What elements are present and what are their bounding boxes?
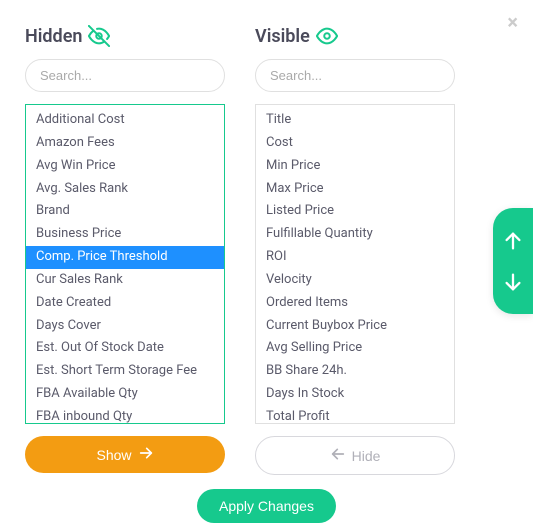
move-down-button[interactable]: [500, 269, 526, 295]
eye-off-icon: [88, 25, 110, 47]
list-item[interactable]: Cur Sales Rank: [26, 269, 224, 292]
list-item[interactable]: Date Created: [26, 292, 224, 315]
list-item[interactable]: Days In Stock: [256, 383, 454, 406]
list-item[interactable]: Fulfillable Quantity: [256, 223, 454, 246]
list-item[interactable]: Est. Out Of Stock Date: [26, 337, 224, 360]
list-item[interactable]: Total Profit: [256, 406, 454, 424]
list-item[interactable]: Current Buybox Price: [256, 315, 454, 338]
list-item[interactable]: Est. Short Term Storage Fee: [26, 360, 224, 383]
reorder-control: [493, 208, 533, 314]
hidden-header: Hidden: [25, 25, 225, 47]
hide-button[interactable]: Hide: [255, 436, 455, 475]
visible-header: Visible: [255, 25, 455, 47]
visible-column: Visible TitleCostMin PriceMax PriceListe…: [255, 25, 455, 475]
hidden-list[interactable]: Additional CostAmazon FeesAvg Win PriceA…: [25, 104, 225, 424]
visible-search-input[interactable]: [255, 59, 455, 92]
list-item[interactable]: Additional Cost: [26, 109, 224, 132]
list-item[interactable]: FBA Available Qty: [26, 383, 224, 406]
list-item[interactable]: Cost: [256, 132, 454, 155]
show-button[interactable]: Show: [25, 436, 225, 473]
eye-icon: [316, 25, 338, 47]
list-item[interactable]: Min Price: [256, 155, 454, 178]
list-item[interactable]: Avg. Sales Rank: [26, 178, 224, 201]
hidden-search-input[interactable]: [25, 59, 225, 92]
visible-list[interactable]: TitleCostMin PriceMax PriceListed PriceF…: [255, 104, 455, 424]
move-up-button[interactable]: [500, 228, 526, 254]
list-item[interactable]: Max Price: [256, 178, 454, 201]
list-item[interactable]: Velocity: [256, 269, 454, 292]
hide-button-label: Hide: [352, 448, 381, 464]
list-item[interactable]: BB Share 24h.: [256, 360, 454, 383]
list-item[interactable]: Ordered Items: [256, 292, 454, 315]
list-item[interactable]: Comp. Price Threshold: [26, 246, 224, 269]
list-item[interactable]: FBA inbound Qty: [26, 406, 224, 424]
list-item[interactable]: Brand: [26, 200, 224, 223]
close-icon[interactable]: ×: [507, 10, 518, 34]
list-item[interactable]: ROI: [256, 246, 454, 269]
list-item[interactable]: Avg Selling Price: [256, 337, 454, 360]
list-item[interactable]: Business Price: [26, 223, 224, 246]
list-item[interactable]: Days Cover: [26, 315, 224, 338]
list-item[interactable]: Title: [256, 109, 454, 132]
list-item[interactable]: Avg Win Price: [26, 155, 224, 178]
show-button-label: Show: [96, 447, 131, 463]
apply-button[interactable]: Apply Changes: [197, 489, 336, 523]
list-item[interactable]: Listed Price: [256, 200, 454, 223]
arrow-left-icon: [330, 446, 346, 465]
hidden-column: Hidden Additional CostAmazon FeesAvg Win…: [25, 25, 225, 475]
visible-title: Visible: [255, 26, 310, 47]
arrow-right-icon: [138, 445, 154, 464]
list-item[interactable]: Amazon Fees: [26, 132, 224, 155]
hidden-title: Hidden: [25, 26, 82, 47]
